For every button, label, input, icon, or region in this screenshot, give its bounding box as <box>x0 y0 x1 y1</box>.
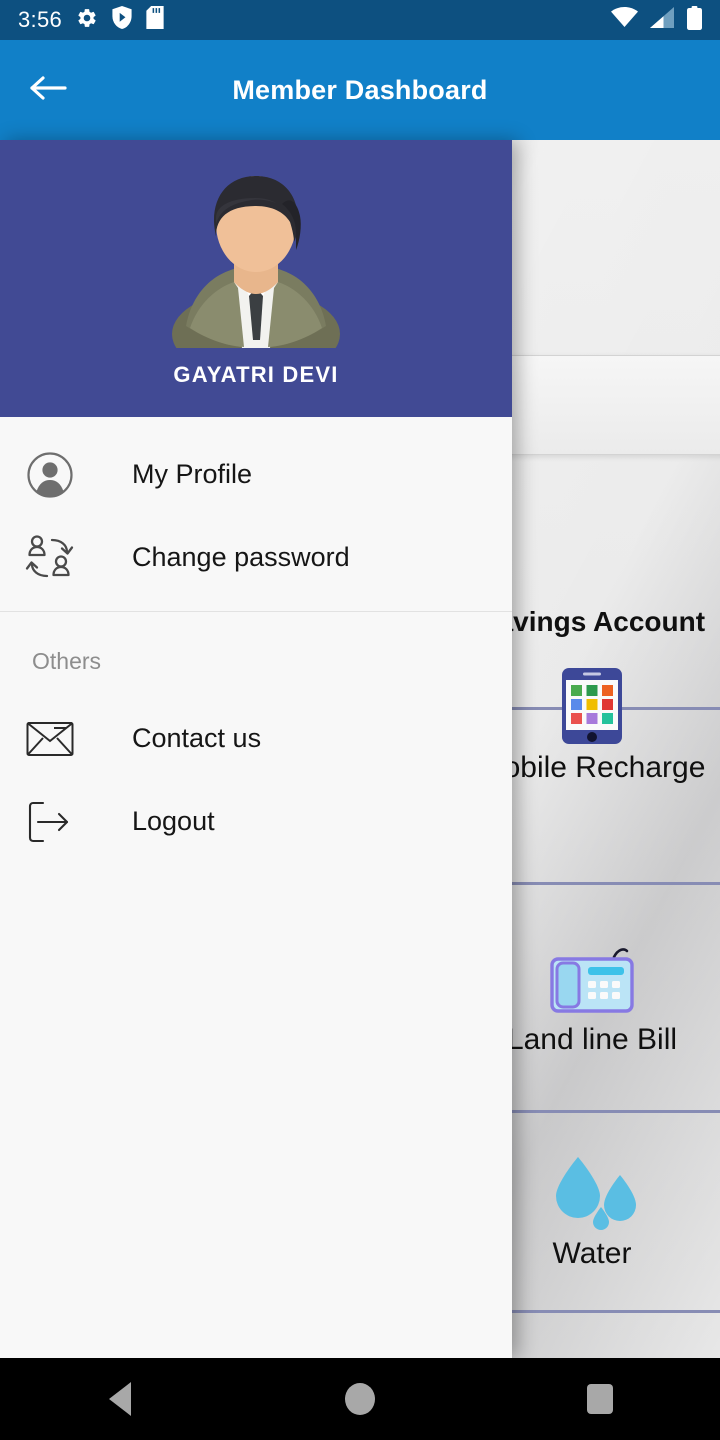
back-button[interactable] <box>0 72 96 109</box>
service-label: Mobile Recharge <box>478 751 706 784</box>
recents-square-icon <box>587 1384 613 1414</box>
wifi-icon <box>611 7 638 33</box>
status-bar-left: 3:56 <box>18 6 164 34</box>
menu-item-label: My Profile <box>132 459 253 489</box>
water-drops-icon <box>544 1153 640 1231</box>
menu-item-my-profile[interactable]: My Profile <box>0 433 512 516</box>
back-triangle-icon <box>109 1382 131 1416</box>
menu-item-change-password[interactable]: Change password <box>0 516 512 599</box>
menu-item-logout[interactable]: Logout <box>0 780 512 863</box>
menu-item-label: Change password <box>132 542 350 572</box>
service-label: Land line Bill <box>506 1022 678 1056</box>
menu-section-others: Others <box>32 648 102 674</box>
drawer-menu: My Profile Change password Others Contac… <box>0 417 512 1358</box>
smartphone-apps-icon <box>561 667 623 745</box>
navigation-drawer: GAYATRI DEVI My Profile Change password … <box>0 140 512 1358</box>
status-time: 3:56 <box>18 7 63 32</box>
battery-icon <box>687 5 702 35</box>
cellular-signal-icon <box>650 7 675 33</box>
page-title: Member Dashboard <box>232 74 488 105</box>
nav-home-button[interactable] <box>300 1358 420 1440</box>
arrow-left-icon <box>28 72 68 109</box>
home-circle-icon <box>345 1383 375 1415</box>
gear-icon <box>76 7 98 34</box>
menu-item-label: Contact us <box>132 723 262 753</box>
drawer-username: GAYATRI DEVI <box>173 362 339 387</box>
menu-item-contact-us[interactable]: Contact us <box>0 697 512 780</box>
user-circle-icon <box>24 449 76 501</box>
avatar <box>172 158 340 378</box>
menu-item-label: Logout <box>132 806 215 836</box>
status-bar: 3:56 <box>0 0 720 40</box>
phone-screen: 3:56 Member Dashboard Savings Account Mo… <box>0 0 720 1440</box>
shield-play-icon <box>112 6 132 34</box>
status-bar-right <box>611 5 702 35</box>
drawer-header: GAYATRI DEVI <box>0 140 512 417</box>
nav-recents-button[interactable] <box>540 1358 660 1440</box>
envelope-icon <box>24 713 76 765</box>
system-navigation-bar <box>0 1358 720 1440</box>
sd-card-icon <box>146 6 164 34</box>
user-swap-icon <box>24 532 76 584</box>
app-bar: Member Dashboard <box>0 40 720 140</box>
nav-back-button[interactable] <box>60 1358 180 1440</box>
service-label: Water <box>552 1236 632 1270</box>
landline-phone-icon <box>548 939 636 1017</box>
logout-arrow-icon <box>24 796 76 848</box>
